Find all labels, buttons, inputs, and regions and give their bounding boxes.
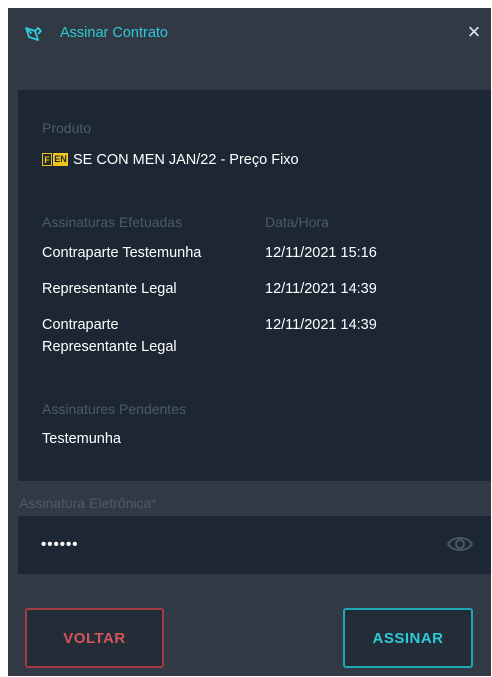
signature-datetime: 12/11/2021 14:39	[265, 317, 377, 333]
signatures-pending-label: Assinatures Pendentes	[42, 401, 186, 417]
datetime-label: Data/Hora	[265, 214, 329, 230]
product-name: SE CON MEN JAN/22 - Preço Fixo	[73, 152, 299, 168]
close-icon[interactable]: ×	[463, 21, 485, 43]
signature-datetime: 12/11/2021 14:39	[265, 281, 377, 297]
product-type-badge: F EN	[42, 153, 68, 166]
signature-role: Contraparte	[42, 317, 119, 333]
badge-f: F	[42, 153, 52, 166]
product-label: Produto	[42, 120, 92, 136]
back-button[interactable]: VOLTAR	[25, 608, 164, 668]
badge-en: EN	[53, 153, 68, 166]
dialog-header: Assinar Contrato ×	[8, 8, 491, 60]
signature-role: Representante Legal	[42, 281, 177, 297]
electronic-signature-input[interactable]: ••••••	[18, 516, 491, 574]
signature-datetime: 12/11/2021 15:16	[265, 245, 377, 261]
password-value: ••••••	[41, 536, 79, 553]
sign-contract-dialog: Assinar Contrato × Produto F EN SE CON M…	[8, 8, 491, 676]
eye-icon[interactable]	[446, 533, 474, 555]
dialog-title: Assinar Contrato	[60, 25, 168, 41]
signatures-done-label: Assinaturas Efetuadas	[42, 214, 183, 230]
sign-button[interactable]: ASSINAR	[343, 608, 473, 668]
contract-info-panel: Produto F EN SE CON MEN JAN/22 - Preço F…	[18, 90, 491, 481]
signature-field-label: Assinatura Eletrônica*	[19, 495, 157, 511]
signature-role: Representante Legal	[42, 339, 177, 355]
signature-role: Contraparte Testemunha	[42, 245, 202, 261]
pending-signature: Testemunha	[42, 431, 121, 447]
pen-sign-icon	[25, 27, 42, 41]
